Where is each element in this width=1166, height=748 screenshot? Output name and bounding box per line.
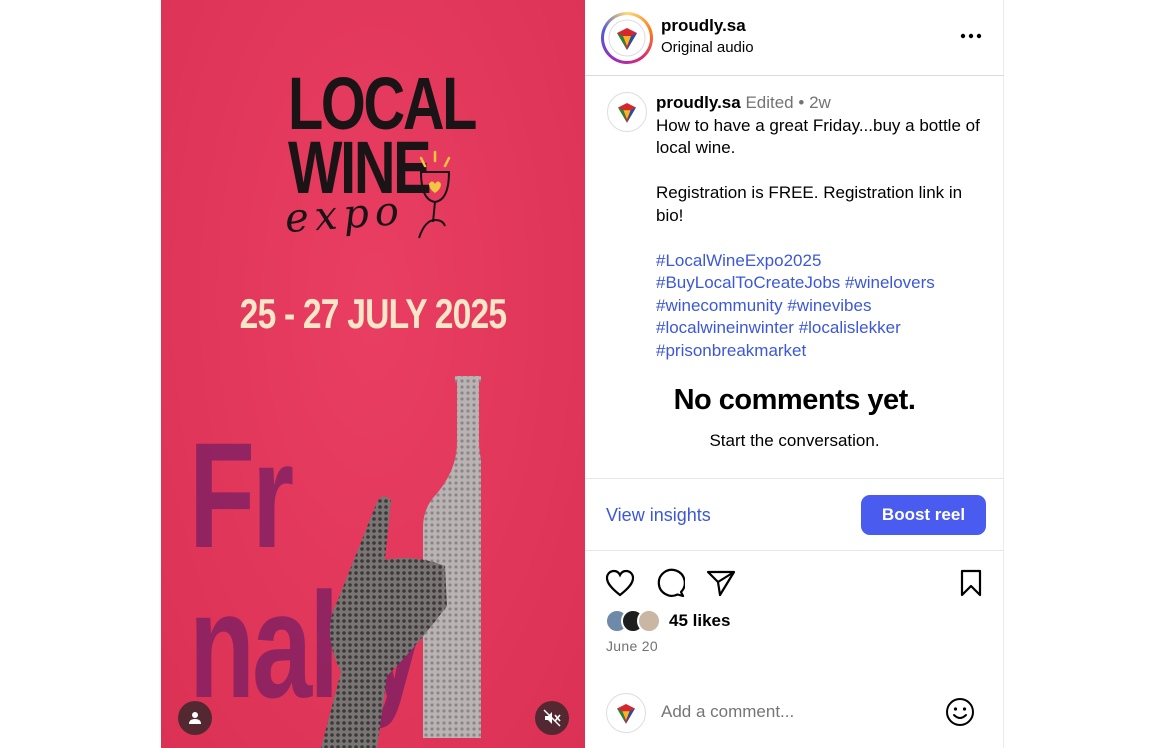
tagged-users-button[interactable] — [178, 701, 212, 735]
action-bar — [585, 565, 1004, 603]
caption-avatar[interactable] — [607, 92, 647, 132]
post-detail-panel: proudly.sa Original audio proudly.sa Edi… — [585, 0, 1004, 748]
share-button[interactable] — [704, 565, 738, 601]
emoji-icon — [946, 698, 974, 726]
likes-row: 45 likes — [605, 607, 730, 635]
header-username[interactable]: proudly.sa — [661, 16, 746, 36]
comment-button[interactable] — [653, 565, 687, 601]
liker-avatar[interactable] — [637, 609, 661, 633]
mute-button[interactable] — [535, 701, 569, 735]
meta-separator: • — [798, 93, 805, 112]
bookmark-icon — [960, 569, 982, 597]
post-header: proudly.sa Original audio — [585, 0, 1004, 76]
view-insights-link[interactable]: View insights — [606, 505, 711, 526]
header-avatar-ring[interactable] — [601, 12, 653, 64]
caption-text: How to have a great Friday...buy a bottl… — [656, 115, 980, 225]
user-icon — [189, 712, 201, 724]
audio-label[interactable]: Original audio — [661, 39, 754, 56]
hashtag-link[interactable]: #winecommunity — [656, 296, 783, 315]
hashtag-link[interactable]: #winelovers — [845, 273, 935, 292]
more-options-button[interactable] — [957, 24, 985, 48]
like-button[interactable] — [603, 565, 637, 601]
wine-glass-icon — [418, 150, 451, 239]
muted-speaker-icon — [543, 709, 561, 727]
hashtag-link[interactable]: #prisonbreakmarket — [656, 341, 806, 360]
no-comments-title: No comments yet. — [673, 384, 916, 416]
likes-count[interactable]: 45 likes — [669, 611, 730, 631]
composer-avatar — [606, 693, 646, 733]
caption-header-line: proudly.sa Edited • 2w — [656, 92, 991, 115]
hashtag-link[interactable]: #winevibes — [787, 296, 871, 315]
share-icon — [706, 570, 736, 597]
comment-icon — [657, 568, 685, 598]
hashtag-link[interactable]: #localislekker — [799, 318, 901, 337]
hashtag-link[interactable]: #localwineinwinter — [656, 318, 794, 337]
post-age[interactable]: 2w — [809, 93, 831, 112]
post-date[interactable]: June 20 — [606, 638, 658, 654]
no-comments-subtitle: Start the conversation. — [709, 431, 880, 450]
more-horizontal-icon — [960, 33, 982, 39]
comment-composer — [585, 680, 1004, 748]
bottle-hand-illustration — [321, 376, 481, 748]
insights-bar: View insights Boost reel — [585, 478, 1004, 551]
emoji-button[interactable] — [945, 697, 975, 727]
hashtag-link[interactable]: #BuyLocalToCreateJobs — [656, 273, 840, 292]
hashtag-list: #LocalWineExpo2025 #BuyLocalToCreateJobs… — [656, 250, 991, 363]
heart-icon — [605, 569, 635, 597]
caption-username[interactable]: proudly.sa — [656, 93, 741, 112]
reel-media[interactable]: LOCAL WINE expo 25 - 27 JULY 2025 Fr nal… — [161, 0, 585, 748]
comment-input[interactable] — [661, 702, 921, 722]
save-button[interactable] — [954, 565, 988, 601]
boost-reel-button[interactable]: Boost reel — [861, 495, 986, 535]
poster-subtitle: expo — [283, 187, 407, 243]
hashtag-link[interactable]: #LocalWineExpo2025 — [656, 251, 821, 270]
edited-label: Edited — [745, 93, 794, 112]
proudly-sa-logo-icon — [618, 103, 636, 123]
post-caption: proudly.sa Edited • 2w How to have a gre… — [656, 92, 991, 363]
poster-date: 25 - 27 JULY 2025 — [239, 290, 507, 337]
proudly-sa-logo-icon — [617, 704, 635, 724]
proudly-sa-logo-icon — [608, 19, 646, 57]
